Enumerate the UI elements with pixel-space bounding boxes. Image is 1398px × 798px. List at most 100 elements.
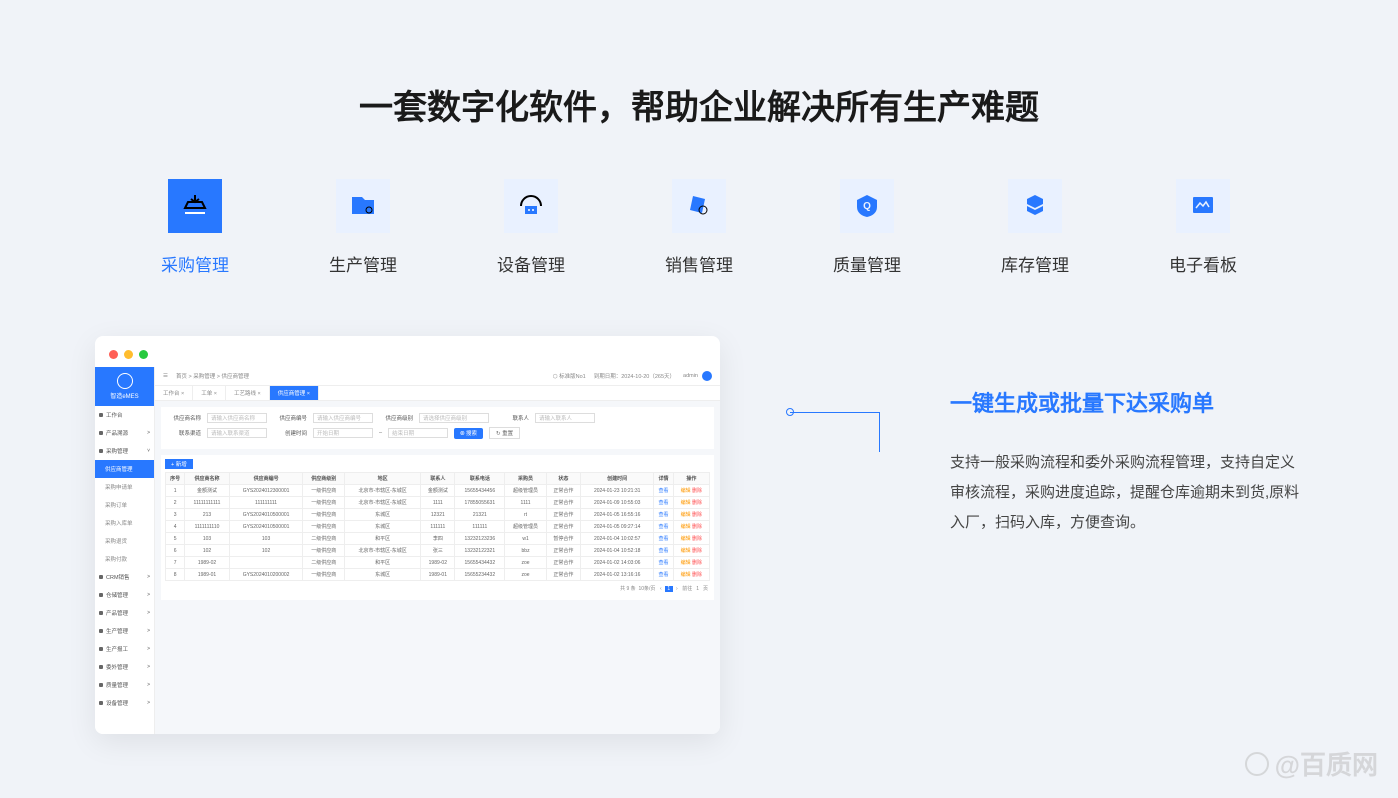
sidebar-item-10[interactable]: 仓储管理˃ xyxy=(95,586,154,604)
col-header: 供应商编号 xyxy=(229,473,303,485)
view-link[interactable]: 查看 xyxy=(659,524,669,530)
supplier-code-input[interactable]: 请输入供应商编号 xyxy=(313,413,373,423)
sidebar-item-8[interactable]: 采购付款 xyxy=(95,550,154,568)
delete-link[interactable]: 删除 xyxy=(692,560,702,566)
col-header: 创建时间 xyxy=(581,473,654,485)
tab-2[interactable]: 设备管理 xyxy=(497,179,565,276)
view-link[interactable]: 查看 xyxy=(659,500,669,506)
delete-link[interactable]: 删除 xyxy=(692,548,702,554)
menu-icon[interactable]: ☰ xyxy=(163,373,168,379)
edit-link[interactable]: 编辑 xyxy=(681,548,691,554)
feature-title: 一键生成或批量下达采购单 xyxy=(950,386,1303,418)
view-link[interactable]: 查看 xyxy=(659,548,669,554)
view-link[interactable]: 查看 xyxy=(659,560,669,566)
supplier-table: 序号供应商名称供应商编号供应商级别地区联系人联系电话采购员状态创建时间详情操作 … xyxy=(165,472,710,581)
delete-link[interactable]: 删除 xyxy=(692,500,702,506)
expire-info: 到期日期：2024-10-20（265天） xyxy=(594,372,675,380)
table-row: 211111111111111111111一级供应商北京市-市辖区-东城区111… xyxy=(166,497,710,509)
avatar xyxy=(702,371,712,381)
tab-6[interactable]: 电子看板 xyxy=(1169,179,1237,276)
search-button[interactable]: ⦾ 搜索 xyxy=(454,428,483,439)
sidebar-item-5[interactable]: 采购订单 xyxy=(95,496,154,514)
table-panel: + 新增 序号供应商名称供应商编号供应商级别地区联系人联系电话采购员状态创建时间… xyxy=(161,455,714,600)
app-screenshot: 智造eMES 工作台产品溯源˃采购管理˅供应商管理采购申请单采购订单采购入库单采… xyxy=(95,336,720,734)
edit-link[interactable]: 编辑 xyxy=(681,536,691,542)
table-row: 71989-02二级供应商和平区1989-0215655434432zoe正常合… xyxy=(166,557,710,569)
tab-3[interactable]: 销售管理 xyxy=(665,179,733,276)
work-tab-1[interactable]: 工单 × xyxy=(193,386,226,400)
sidebar-item-14[interactable]: 委外管理˃ xyxy=(95,658,154,676)
chevron-icon: ˃ xyxy=(147,430,150,436)
delete-link[interactable]: 删除 xyxy=(692,572,702,578)
edit-link[interactable]: 编辑 xyxy=(681,560,691,566)
sidebar-item-16[interactable]: 设备管理˃ xyxy=(95,694,154,712)
user-menu[interactable]: admin xyxy=(683,371,712,381)
sidebar-item-7[interactable]: 采购退货 xyxy=(95,532,154,550)
edit-link[interactable]: 编辑 xyxy=(681,512,691,518)
sidebar-item-9[interactable]: CRM销售˃ xyxy=(95,568,154,586)
chevron-icon: ˃ xyxy=(147,574,150,580)
delete-link[interactable]: 删除 xyxy=(692,488,702,494)
edit-link[interactable]: 编辑 xyxy=(681,488,691,494)
sidebar-item-15[interactable]: 质量管理˃ xyxy=(95,676,154,694)
start-date[interactable]: 开始日期 xyxy=(313,428,373,438)
contact-input[interactable]: 请输入联系人 xyxy=(535,413,595,423)
table-row: 81989-01GYS2024010200002一级供应商东城区1989-011… xyxy=(166,569,710,581)
edit-link[interactable]: 编辑 xyxy=(681,572,691,578)
menu-icon xyxy=(99,575,103,579)
chevron-icon: ˃ xyxy=(147,682,150,688)
edit-link[interactable]: 编辑 xyxy=(681,500,691,506)
tab-icon xyxy=(504,179,558,233)
app-logo: 智造eMES xyxy=(95,367,154,406)
reset-button[interactable]: ↻ 重置 xyxy=(489,427,520,439)
view-link[interactable]: 查看 xyxy=(659,512,669,518)
feature-tabs: 采购管理 生产管理 设备管理 销售管理 Q质量管理库存管理 电子看板 xyxy=(0,179,1398,276)
sidebar-item-3[interactable]: 供应商管理 xyxy=(95,460,154,478)
tab-5[interactable]: 库存管理 xyxy=(1001,179,1069,276)
col-header: 联系电话 xyxy=(455,473,505,485)
col-header: 采购员 xyxy=(505,473,547,485)
col-header: 供应商名称 xyxy=(185,473,229,485)
channel-input[interactable]: 请输入联系渠道 xyxy=(207,428,267,438)
col-header: 状态 xyxy=(546,473,580,485)
tab-label: 库存管理 xyxy=(1001,251,1069,276)
delete-link[interactable]: 删除 xyxy=(692,524,702,530)
new-button[interactable]: + 新增 xyxy=(165,459,193,469)
view-link[interactable]: 查看 xyxy=(659,536,669,542)
sidebar-item-13[interactable]: 生产报工˃ xyxy=(95,640,154,658)
sidebar-item-6[interactable]: 采购入库单 xyxy=(95,514,154,532)
tab-0[interactable]: 采购管理 xyxy=(161,179,229,276)
supplier-name-input[interactable]: 请输入供应商名称 xyxy=(207,413,267,423)
app-header: ☰ 首页 > 采购管理 > 供应商管理 ⬡ 标准版No1 到期日期：2024-1… xyxy=(155,367,720,386)
chevron-icon: ˅ xyxy=(147,448,150,454)
supplier-level-select[interactable]: 请选择供应商级别 xyxy=(419,413,489,423)
work-tab-0[interactable]: 工作台 × xyxy=(155,386,193,400)
tab-1[interactable]: 生产管理 xyxy=(329,179,397,276)
app-sidebar: 智造eMES 工作台产品溯源˃采购管理˅供应商管理采购申请单采购订单采购入库单采… xyxy=(95,367,155,734)
work-tab-3[interactable]: 供应商管理 × xyxy=(270,386,319,400)
tab-4[interactable]: Q质量管理 xyxy=(833,179,901,276)
sidebar-item-4[interactable]: 采购申请单 xyxy=(95,478,154,496)
sidebar-item-0[interactable]: 工作台 xyxy=(95,406,154,424)
delete-link[interactable]: 删除 xyxy=(692,512,702,518)
tab-icon xyxy=(672,179,726,233)
work-tab-2[interactable]: 工艺路线 × xyxy=(226,386,270,400)
tab-icon xyxy=(1008,179,1062,233)
view-link[interactable]: 查看 xyxy=(659,572,669,578)
end-date[interactable]: 结束日期 xyxy=(388,428,448,438)
menu-icon xyxy=(99,611,103,615)
view-link[interactable]: 查看 xyxy=(659,488,669,494)
menu-icon xyxy=(99,629,103,633)
app-brand: 智造eMES xyxy=(95,391,154,400)
sidebar-item-11[interactable]: 产品管理˃ xyxy=(95,604,154,622)
sidebar-item-2[interactable]: 采购管理˅ xyxy=(95,442,154,460)
edit-link[interactable]: 编辑 xyxy=(681,524,691,530)
menu-icon xyxy=(99,431,103,435)
sidebar-item-1[interactable]: 产品溯源˃ xyxy=(95,424,154,442)
col-header: 地区 xyxy=(345,473,421,485)
table-row: 5103103二级供应商和平区李四13232123236w1暂停合作2024-0… xyxy=(166,533,710,545)
menu-icon xyxy=(99,665,103,669)
delete-link[interactable]: 删除 xyxy=(692,536,702,542)
menu-icon xyxy=(99,701,103,705)
sidebar-item-12[interactable]: 生产管理˃ xyxy=(95,622,154,640)
